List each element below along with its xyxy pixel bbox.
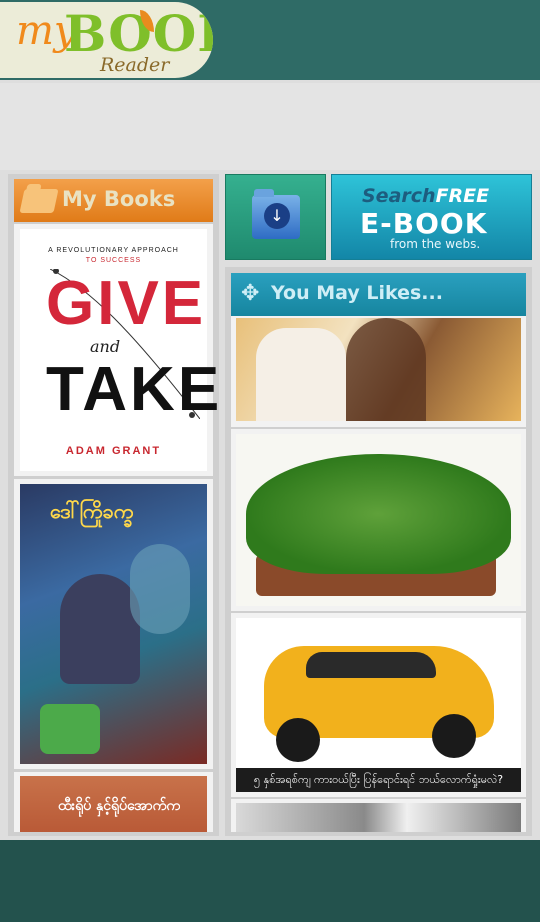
greens-shape (246, 454, 511, 574)
you-may-likes-header: ✥ You May Likes... (231, 273, 526, 316)
cover-figure (60, 574, 140, 684)
ad-banner (0, 83, 540, 170)
app-footer (0, 840, 540, 922)
you-may-likes-title: You May Likes... (271, 282, 443, 304)
car-windows (306, 652, 436, 678)
search-label: SearchFREE (362, 185, 490, 207)
book-cover-subtitle: A REVOLUTIONARY APPROACH (48, 247, 179, 254)
car-wheel-front (276, 718, 320, 762)
recommendation-caption: ၅ နှစ်အရစ်ကျ ကားဝယ်ပြီး ပြန်ရောင်းရင် ဘယ… (236, 768, 521, 792)
book-title-give: GIVE (46, 269, 207, 338)
move-arrows-icon: ✥ (241, 281, 260, 306)
book-title-take: TAKE (46, 355, 223, 424)
hair-shape (346, 318, 426, 421)
mybook-reader-logo[interactable]: my BOOK Reader (0, 2, 213, 78)
cover-face (130, 544, 190, 634)
my-books-header[interactable]: My Books (14, 179, 213, 222)
couple-sunset-photo[interactable] (236, 318, 521, 421)
shirt-shape (256, 328, 346, 421)
book-cover-subtitle-2: TO SUCCESS (85, 257, 142, 264)
book-cover-give-and-take[interactable]: A REVOLUTIONARY APPROACH TO SUCCESS GIVE… (20, 229, 219, 471)
book-author: ADAM GRANT (65, 445, 162, 457)
book-cover-title: ဒေါ်ကြိုခက္ခ (50, 499, 134, 523)
folder-icon (19, 189, 59, 213)
logo-text-reader: Reader (100, 54, 170, 76)
book-cover-partial[interactable]: ထီးရိုပ် နှင့်ရိုပ်အောက်က (20, 776, 207, 832)
ebook-label: E-BOOK (360, 207, 488, 240)
book-cover-title: ထီးရိုပ် နှင့်ရိုပ်အောက်က (58, 798, 181, 814)
car-wheel-rear (432, 714, 476, 758)
from-webs-label: from the webs. (390, 237, 481, 251)
leafy-greens-basket-photo[interactable] (236, 434, 521, 606)
book-title-and: and (90, 337, 121, 356)
yellow-suv-photo[interactable]: ၅ နှစ်အရစ်ကျ ကားဝယ်ပြီး ပြန်ရောင်းရင် ဘယ… (236, 618, 521, 792)
downloads-button[interactable]: ↓ (225, 174, 326, 260)
my-books-title: My Books (62, 187, 176, 211)
download-arrow-icon: ↓ (264, 203, 290, 229)
search-free-ebook-button[interactable]: SearchFREE E-BOOK from the webs. (331, 174, 532, 260)
book-cover-myanmar-novel[interactable]: ဒေါ်ကြိုခက္ခ (20, 484, 207, 764)
cover-basket (40, 704, 100, 754)
interior-photo[interactable] (236, 803, 521, 832)
